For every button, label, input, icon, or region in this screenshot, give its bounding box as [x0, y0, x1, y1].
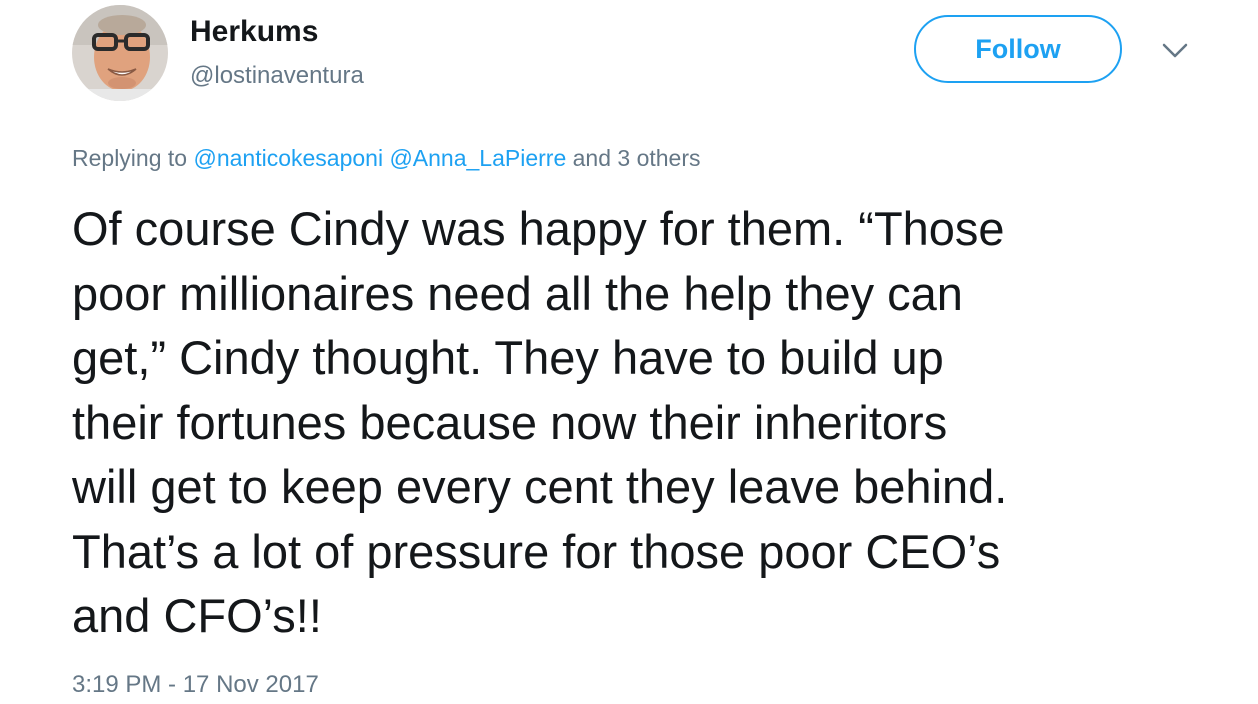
reply-prefix: Replying to	[72, 145, 188, 171]
chevron-down-icon[interactable]	[1158, 38, 1192, 64]
mention-link[interactable]: @nanticokesaponi	[193, 145, 383, 171]
avatar[interactable]	[72, 5, 168, 101]
tweet-text-line: their fortunes because now their inherit…	[72, 395, 948, 449]
follow-button[interactable]: Follow	[914, 15, 1122, 83]
display-name[interactable]: Herkums	[190, 12, 318, 52]
avatar-photo	[72, 5, 168, 101]
user-handle[interactable]: @lostinaventura	[190, 60, 364, 92]
tweet-text-line: get,” Cindy thought. They have to build …	[72, 331, 944, 384]
tweet-timestamp[interactable]: 3:19 PM - 17 Nov 2017	[72, 669, 319, 701]
tweet-text-line: will get to keep every cent they leave b…	[72, 460, 1008, 513]
reply-others[interactable]: and 3 others	[573, 145, 701, 171]
tweet-text-line: Of course Cindy was happy for them. “Tho…	[72, 202, 1005, 255]
mention-link[interactable]: @Anna_LaPierre	[389, 145, 566, 171]
tweet-text-line: and CFO’s!!	[72, 589, 322, 642]
tweet-text-line: poor millionaires need all the help they…	[72, 266, 963, 320]
reply-context: Replying to @nanticokesaponi @Anna_LaPie…	[72, 142, 701, 174]
tweet-text: Of course Cindy was happy for them. “Tho…	[72, 197, 1212, 649]
tweet-text-line: That’s a lot of pressure for those poor …	[72, 524, 1001, 578]
